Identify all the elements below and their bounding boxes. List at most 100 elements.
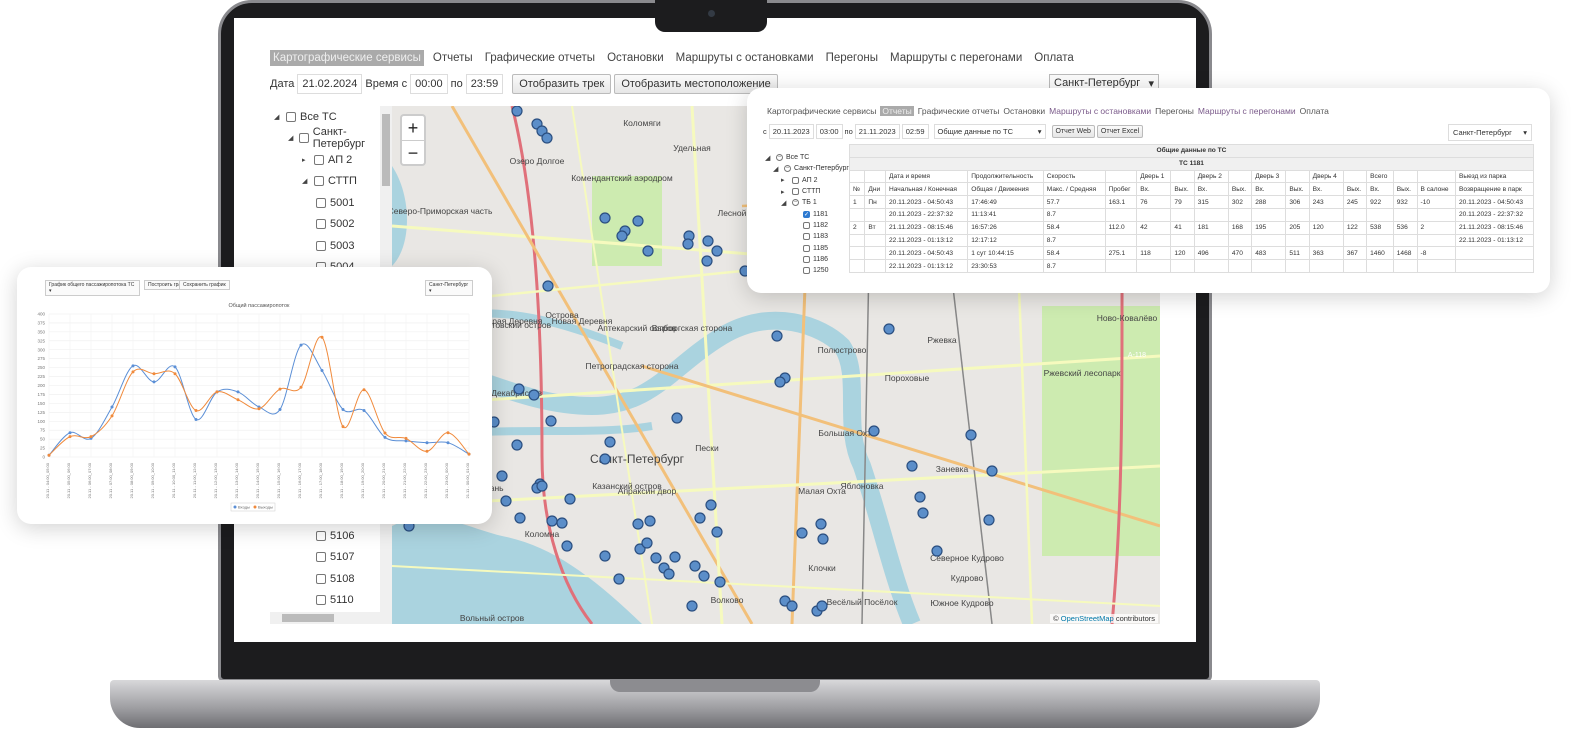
- nav-tab[interactable]: Перегоны: [823, 50, 881, 66]
- vehicle-marker[interactable]: [644, 515, 656, 527]
- vehicle-marker[interactable]: [714, 576, 726, 588]
- checkbox[interactable]: [316, 197, 326, 208]
- tree-item[interactable]: ◢ − Все ТС: [765, 152, 849, 163]
- vehicle-marker[interactable]: [906, 460, 918, 472]
- expand-icon[interactable]: ▸: [302, 156, 310, 164]
- report-nav-tab[interactable]: Графические отчеты: [918, 106, 1000, 116]
- vehicle-marker[interactable]: [965, 429, 977, 441]
- report-city-select[interactable]: Санкт-Петербург ▾: [1448, 124, 1532, 141]
- vehicle-marker[interactable]: [514, 512, 526, 524]
- report-nav-tab[interactable]: Оплата: [1300, 106, 1329, 116]
- vehicle-marker[interactable]: [786, 600, 798, 612]
- time-to-input[interactable]: 02:59: [901, 124, 929, 139]
- nav-tab[interactable]: Маршруты с перегонами: [887, 50, 1025, 66]
- vehicle-marker[interactable]: [642, 245, 654, 257]
- checkbox[interactable]: [803, 255, 810, 263]
- vehicle-marker[interactable]: [686, 600, 698, 612]
- checkbox[interactable]: [792, 176, 799, 184]
- vehicle-marker[interactable]: [632, 215, 644, 227]
- vehicle-marker[interactable]: [698, 570, 710, 582]
- checkbox[interactable]: [316, 219, 326, 230]
- date-input[interactable]: 21.02.2024: [297, 74, 363, 94]
- vehicle-marker[interactable]: [556, 517, 568, 529]
- report-web-button[interactable]: Отчет Web: [1051, 125, 1095, 138]
- tree-item[interactable]: ◢ Санкт-Петербург: [270, 126, 392, 150]
- minus-box-icon[interactable]: −: [776, 154, 783, 162]
- scrollbar-thumb[interactable]: [282, 614, 334, 622]
- checkbox[interactable]: [314, 176, 324, 187]
- vehicle-marker[interactable]: [694, 512, 706, 524]
- time-to-input[interactable]: 23:59: [465, 74, 504, 94]
- tree-item[interactable]: ◢ Все ТС: [270, 106, 392, 128]
- vehicle-marker[interactable]: [513, 383, 525, 395]
- vehicle-marker[interactable]: [641, 537, 653, 549]
- zoom-out-button[interactable]: −: [402, 140, 424, 164]
- vehicle-marker[interactable]: [689, 560, 701, 572]
- checkbox[interactable]: [316, 530, 326, 541]
- vehicle-marker[interactable]: [669, 551, 681, 563]
- date-to-input[interactable]: 21.11.2023: [854, 124, 900, 139]
- vehicle-marker[interactable]: [986, 465, 998, 477]
- tree-item[interactable]: ◢ − Санкт-Петербург: [765, 163, 849, 174]
- report-type-select[interactable]: Общие данные по ТС ▾: [933, 124, 1046, 139]
- vehicle-marker[interactable]: [564, 493, 576, 505]
- nav-tab[interactable]: Остановки: [604, 50, 667, 66]
- checkbox[interactable]: [803, 233, 810, 241]
- tree-item[interactable]: 1182: [765, 220, 849, 231]
- tree-item[interactable]: 5110: [270, 590, 354, 612]
- report-nav-tab[interactable]: Маршруты с остановками: [1049, 106, 1151, 116]
- nav-tab[interactable]: Картографические сервисы: [270, 50, 424, 66]
- vehicle-marker[interactable]: [650, 552, 662, 564]
- collapse-icon[interactable]: ◢: [781, 199, 789, 207]
- tree-item[interactable]: 5107: [270, 547, 354, 569]
- collapse-icon[interactable]: ◢: [288, 134, 295, 142]
- vehicle-marker[interactable]: [682, 238, 694, 250]
- checkbox[interactable]: [792, 188, 799, 196]
- checkbox[interactable]: [316, 240, 326, 251]
- vehicle-marker[interactable]: [796, 527, 808, 539]
- vehicle-marker[interactable]: [705, 499, 717, 511]
- report-nav-tab[interactable]: Маршруты с перегонами: [1198, 106, 1296, 116]
- tree-item[interactable]: 5002: [270, 214, 392, 236]
- report-nav-tab[interactable]: Отчеты: [880, 106, 914, 116]
- vehicle-marker[interactable]: [914, 491, 926, 503]
- checkbox[interactable]: [299, 133, 309, 144]
- nav-tab[interactable]: Графические отчеты: [482, 50, 598, 66]
- tree-item[interactable]: ▸ АП 2: [765, 175, 849, 186]
- date-from-input[interactable]: 20.11.2023: [768, 124, 814, 139]
- checkbox[interactable]: [803, 221, 810, 229]
- vehicle-marker[interactable]: [542, 280, 554, 292]
- checkbox[interactable]: [286, 111, 296, 122]
- nav-tab[interactable]: Отчеты: [430, 50, 476, 66]
- vehicle-marker[interactable]: [711, 245, 723, 257]
- vehicle-marker[interactable]: [632, 518, 644, 530]
- vehicle-marker[interactable]: [541, 132, 553, 144]
- time-from-input[interactable]: 03:00: [815, 124, 843, 139]
- tree-item[interactable]: 5106: [270, 525, 354, 547]
- vehicle-marker[interactable]: [561, 540, 573, 552]
- collapse-icon[interactable]: ◢: [773, 165, 781, 173]
- tree-horizontal-scrollbar[interactable]: [270, 612, 392, 624]
- minus-box-icon[interactable]: −: [784, 165, 791, 173]
- minus-box-icon[interactable]: −: [792, 199, 799, 207]
- vehicle-marker[interactable]: [868, 425, 880, 437]
- vehicle-marker[interactable]: [545, 415, 557, 427]
- vehicle-marker[interactable]: [663, 568, 675, 580]
- vehicle-marker[interactable]: [511, 106, 523, 117]
- tree-item[interactable]: 5108: [270, 568, 354, 590]
- report-nav-tab[interactable]: Картографические сервисы: [767, 106, 876, 116]
- vehicle-marker[interactable]: [702, 235, 714, 247]
- checkbox-checked[interactable]: ✓: [803, 210, 810, 218]
- report-nav-tab[interactable]: Остановки: [1003, 106, 1045, 116]
- vehicle-marker[interactable]: [604, 436, 616, 448]
- show-track-button[interactable]: Отобразить трек: [512, 74, 612, 94]
- tree-item[interactable]: 1250: [765, 265, 849, 276]
- nav-tab[interactable]: Маршруты с остановками: [673, 50, 817, 66]
- tree-item[interactable]: ◢ − ТБ 1: [765, 197, 849, 208]
- legend-label[interactable]: Входы: [238, 505, 250, 510]
- vehicle-marker[interactable]: [599, 550, 611, 562]
- collapse-icon[interactable]: ◢: [302, 177, 310, 185]
- expand-icon[interactable]: ▸: [781, 188, 789, 196]
- vehicle-marker[interactable]: [528, 389, 540, 401]
- checkbox[interactable]: [314, 154, 324, 165]
